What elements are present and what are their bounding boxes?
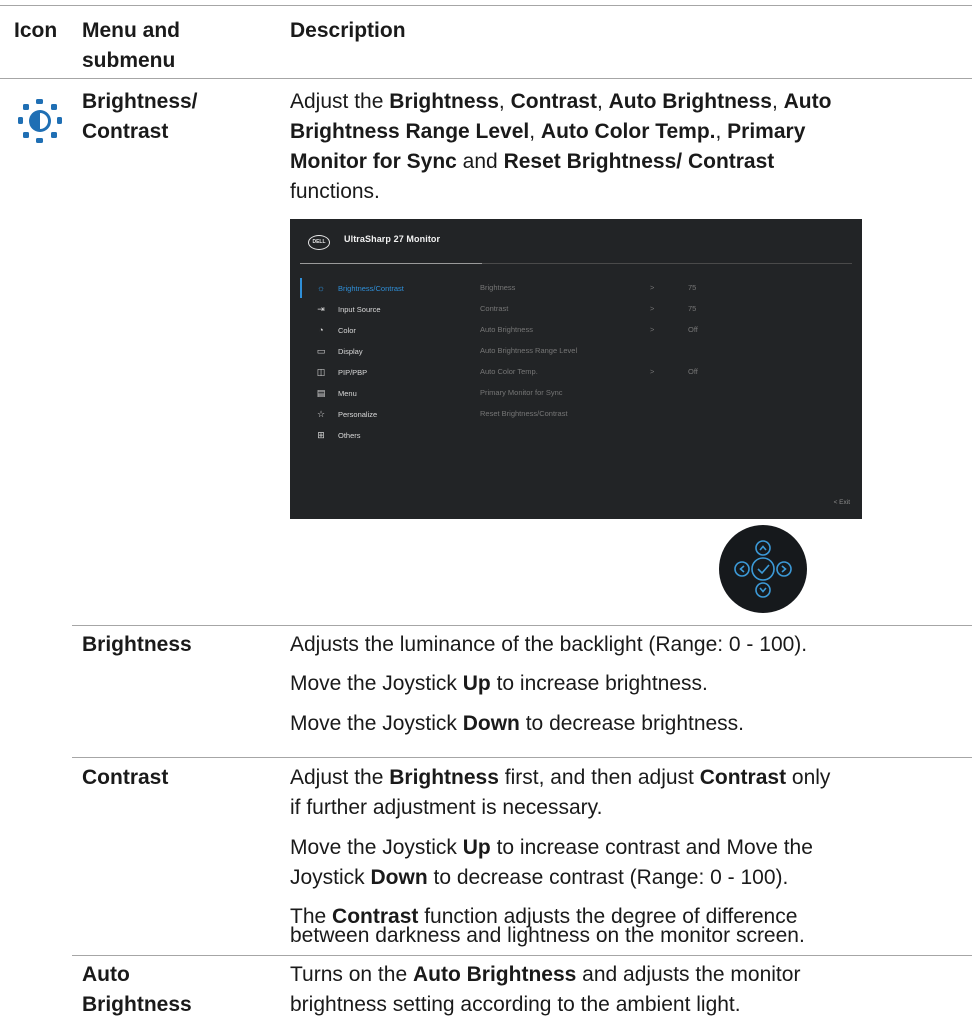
osd-selection-bar xyxy=(300,278,302,298)
osd-arrow: > xyxy=(650,304,655,313)
brightness-contrast-icon xyxy=(18,99,62,143)
osd-menu-item-brightness-contrast[interactable]: ☼ Brightness/Contrast xyxy=(314,278,404,298)
osd-submenu-primary-monitor-for-sync[interactable]: Primary Monitor for Sync xyxy=(480,383,563,403)
osd-star-icon: ☆ xyxy=(316,409,326,419)
menu-name-brightness-contrast: Brightness/ Contrast xyxy=(82,90,198,143)
row-rule-contrast xyxy=(72,757,972,758)
osd-pip-icon: ◫ xyxy=(316,367,326,377)
osd-menu-item-pip-pbp[interactable]: ◫ PIP/PBP xyxy=(314,362,367,382)
osd-arrow: > xyxy=(650,367,655,376)
osd-menu-item-input-source[interactable]: ⇥ Input Source xyxy=(314,299,380,319)
dell-logo: DELL xyxy=(308,235,330,250)
osd-menu-item-others[interactable]: ⊞ Others xyxy=(314,425,360,445)
osd-submenu-brightness[interactable]: Brightness xyxy=(480,278,515,298)
osd-value-auto-brightness: Off xyxy=(688,325,698,334)
contrast-desc-line: Joystick Down to decrease contrast (Rang… xyxy=(290,866,789,889)
osd-submenu-auto-brightness[interactable]: Auto Brightness xyxy=(480,320,533,340)
osd-title: UltraSharp 27 Monitor xyxy=(344,234,441,244)
submenu-name-brightness: Brightness xyxy=(82,633,192,656)
brightness-desc-line: Move the Joystick Up to increase brightn… xyxy=(290,672,708,695)
osd-menu-item-display[interactable]: ▭ Display xyxy=(314,341,363,361)
osd-menu-item-menu[interactable]: ▤ Menu xyxy=(314,383,357,403)
brightness-contrast-description: Adjust the Brightness, Contrast, Auto Br… xyxy=(290,90,832,203)
joystick-icon xyxy=(719,525,807,613)
contrast-desc-line: between darkness and lightness on the mo… xyxy=(290,924,805,947)
osd-title-separator-right xyxy=(482,263,852,264)
osd-menu-screenshot: DELL UltraSharp 27 Monitor ☼ Brightness/C… xyxy=(290,219,862,519)
header-icon: Icon xyxy=(14,19,58,42)
osd-input-icon: ⇥ xyxy=(317,304,325,314)
contrast-desc-line: Move the Joystick Up to increase contras… xyxy=(290,836,813,859)
osd-arrow: > xyxy=(650,283,655,292)
osd-submenu-auto-brightness-range-level[interactable]: Auto Brightness Range Level xyxy=(480,341,577,361)
osd-arrow: > xyxy=(650,325,655,334)
table-top-rule xyxy=(0,5,972,6)
header-description: Description xyxy=(290,19,406,42)
osd-color-icon: ◔ xyxy=(318,325,324,335)
osd-submenu-contrast[interactable]: Contrast xyxy=(480,299,508,319)
auto-brightness-desc-line: brightness setting according to the ambi… xyxy=(290,993,741,1016)
contrast-desc-line: Adjust the Brightness first, and then ad… xyxy=(290,766,831,789)
osd-exit-button[interactable]: < Exit xyxy=(834,499,850,506)
osd-value-brightness: 75 xyxy=(688,283,697,292)
osd-others-icon: ⊞ xyxy=(317,430,325,440)
osd-brightness-icon: ☼ xyxy=(316,283,326,293)
auto-brightness-desc-line: Turns on the Auto Brightness and adjusts… xyxy=(290,963,801,986)
brightness-desc-line: Adjusts the luminance of the backlight (… xyxy=(290,633,808,656)
row-rule-auto-brightness xyxy=(72,955,972,956)
header-menu-and-submenu: Menu and submenu xyxy=(82,19,180,72)
osd-menu-item-personalize[interactable]: ☆ Personalize xyxy=(314,404,377,424)
contrast-desc-line: if further adjustment is necessary. xyxy=(290,796,603,819)
submenu-name-contrast: Contrast xyxy=(82,766,169,789)
row-rule-brightness xyxy=(72,625,972,626)
osd-submenu-reset-brightness-contrast[interactable]: Reset Brightness/Contrast xyxy=(480,404,568,424)
header-bottom-rule xyxy=(0,78,972,79)
osd-value-auto-color-temp: Off xyxy=(688,367,698,376)
brightness-desc-line: Move the Joystick Down to decrease brigh… xyxy=(290,712,745,735)
osd-display-icon: ▭ xyxy=(316,346,326,356)
osd-menu-item-color[interactable]: ◔ Color xyxy=(314,320,356,340)
osd-title-separator xyxy=(300,263,482,264)
osd-submenu-auto-color-temp[interactable]: Auto Color Temp. xyxy=(480,362,538,382)
osd-menu-icon: ▤ xyxy=(316,388,326,398)
submenu-name-auto-brightness: Auto Brightness xyxy=(82,963,192,1016)
osd-value-contrast: 75 xyxy=(688,304,697,313)
